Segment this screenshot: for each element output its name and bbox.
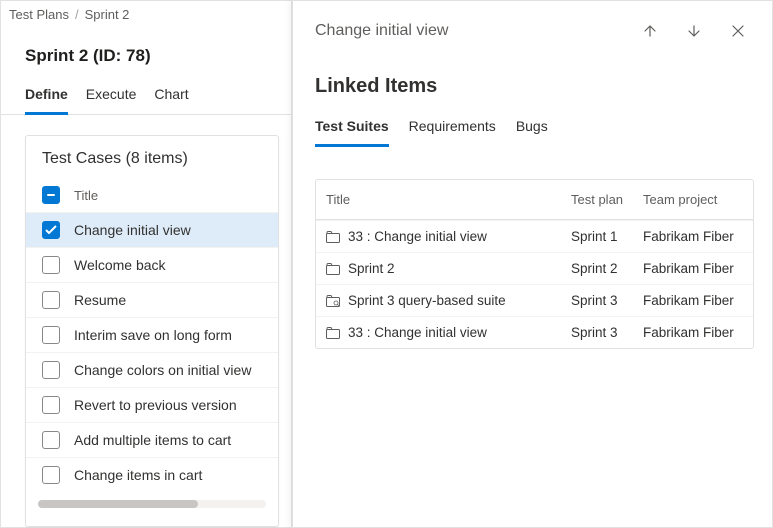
- row-checkbox[interactable]: [42, 466, 60, 484]
- row-title: Sprint 3 query-based suite: [348, 293, 506, 308]
- linked-items-title: Linked Items: [293, 53, 772, 108]
- tab-execute[interactable]: Execute: [86, 80, 137, 115]
- horizontal-scrollbar[interactable]: [38, 500, 266, 508]
- tab-define[interactable]: Define: [25, 80, 68, 115]
- test-cases-card: Test Cases (8 items) Title Change initia…: [25, 135, 279, 527]
- scrollbar-thumb[interactable]: [38, 500, 198, 508]
- list-item[interactable]: Resume: [26, 282, 278, 317]
- tab-test-suites[interactable]: Test Suites: [315, 112, 389, 147]
- list-item[interactable]: Change colors on initial view: [26, 352, 278, 387]
- suite-icon: [326, 231, 340, 243]
- breadcrumb-root[interactable]: Test Plans: [9, 7, 69, 22]
- row-checkbox[interactable]: [42, 256, 60, 274]
- row-checkbox[interactable]: [42, 221, 60, 239]
- panel-header: Change initial view: [293, 1, 772, 53]
- table-row[interactable]: Sprint 3 query-based suite Sprint 3 Fabr…: [316, 284, 753, 316]
- row-team: Fabrikam Fiber: [643, 229, 743, 244]
- row-team: Fabrikam Fiber: [643, 293, 743, 308]
- suite-icon: [326, 263, 340, 275]
- row-checkbox[interactable]: [42, 326, 60, 344]
- col-plan-header[interactable]: Test plan: [571, 192, 643, 207]
- arrow-up-icon: [642, 23, 658, 39]
- row-title: Sprint 2: [348, 261, 395, 276]
- col-title-header[interactable]: Title: [326, 192, 571, 207]
- close-icon: [731, 24, 745, 38]
- list-item[interactable]: Change initial view: [26, 212, 278, 247]
- close-button[interactable]: [722, 15, 754, 47]
- row-checkbox[interactable]: [42, 291, 60, 309]
- table-row[interactable]: Sprint 2 Sprint 2 Fabrikam Fiber: [316, 252, 753, 284]
- tab-bugs[interactable]: Bugs: [516, 112, 548, 147]
- row-plan: Sprint 1: [571, 229, 643, 244]
- row-title: Change initial view: [74, 222, 191, 238]
- list-item[interactable]: Revert to previous version: [26, 387, 278, 422]
- panel-header-title: Change initial view: [315, 22, 622, 40]
- row-title: Resume: [74, 292, 126, 308]
- row-team: Fabrikam Fiber: [643, 261, 743, 276]
- row-title: Add multiple items to cart: [74, 432, 231, 448]
- row-plan: Sprint 3: [571, 325, 643, 340]
- breadcrumb-separator: /: [75, 7, 79, 22]
- row-title: Welcome back: [74, 257, 166, 273]
- view-tabs: Define Execute Chart: [1, 74, 291, 115]
- details-panel: Change initial view Linked Items Test Su…: [292, 0, 773, 528]
- table-row[interactable]: 33 : Change initial view Sprint 3 Fabrik…: [316, 316, 753, 348]
- row-plan: Sprint 2: [571, 261, 643, 276]
- list-item[interactable]: Add multiple items to cart: [26, 422, 278, 457]
- linked-items-table: Title Test plan Team project 33 : Change…: [315, 179, 754, 349]
- column-title[interactable]: Title: [74, 188, 98, 203]
- suite-icon: [326, 327, 340, 339]
- select-all-checkbox[interactable]: [42, 186, 60, 204]
- checkmark-icon: [45, 224, 57, 236]
- main-pane: Test Plans / Sprint 2 Sprint 2 (ID: 78) …: [0, 0, 292, 528]
- row-title: Interim save on long form: [74, 327, 232, 343]
- previous-button[interactable]: [634, 15, 666, 47]
- list-header: Title: [26, 178, 278, 212]
- table-row[interactable]: 33 : Change initial view Sprint 1 Fabrik…: [316, 220, 753, 252]
- panel-tabs: Test Suites Requirements Bugs: [293, 108, 772, 147]
- col-team-header[interactable]: Team project: [643, 192, 743, 207]
- row-checkbox[interactable]: [42, 396, 60, 414]
- row-title: 33 : Change initial view: [348, 229, 487, 244]
- list-item[interactable]: Interim save on long form: [26, 317, 278, 352]
- breadcrumb: Test Plans / Sprint 2: [1, 1, 291, 28]
- query-suite-icon: [326, 295, 340, 307]
- row-checkbox[interactable]: [42, 361, 60, 379]
- breadcrumb-current[interactable]: Sprint 2: [85, 7, 130, 22]
- list-item[interactable]: Change items in cart: [26, 457, 278, 492]
- tab-requirements[interactable]: Requirements: [409, 112, 496, 147]
- table-header: Title Test plan Team project: [316, 180, 753, 220]
- page-title: Sprint 2 (ID: 78): [1, 28, 291, 74]
- list-item[interactable]: Welcome back: [26, 247, 278, 282]
- next-button[interactable]: [678, 15, 710, 47]
- arrow-down-icon: [686, 23, 702, 39]
- row-title: 33 : Change initial view: [348, 325, 487, 340]
- row-title: Change colors on initial view: [74, 362, 251, 378]
- row-checkbox[interactable]: [42, 431, 60, 449]
- row-plan: Sprint 3: [571, 293, 643, 308]
- row-title: Change items in cart: [74, 467, 202, 483]
- test-cases-title: Test Cases (8 items): [26, 136, 278, 178]
- row-team: Fabrikam Fiber: [643, 325, 743, 340]
- tab-chart[interactable]: Chart: [154, 80, 188, 115]
- row-title: Revert to previous version: [74, 397, 237, 413]
